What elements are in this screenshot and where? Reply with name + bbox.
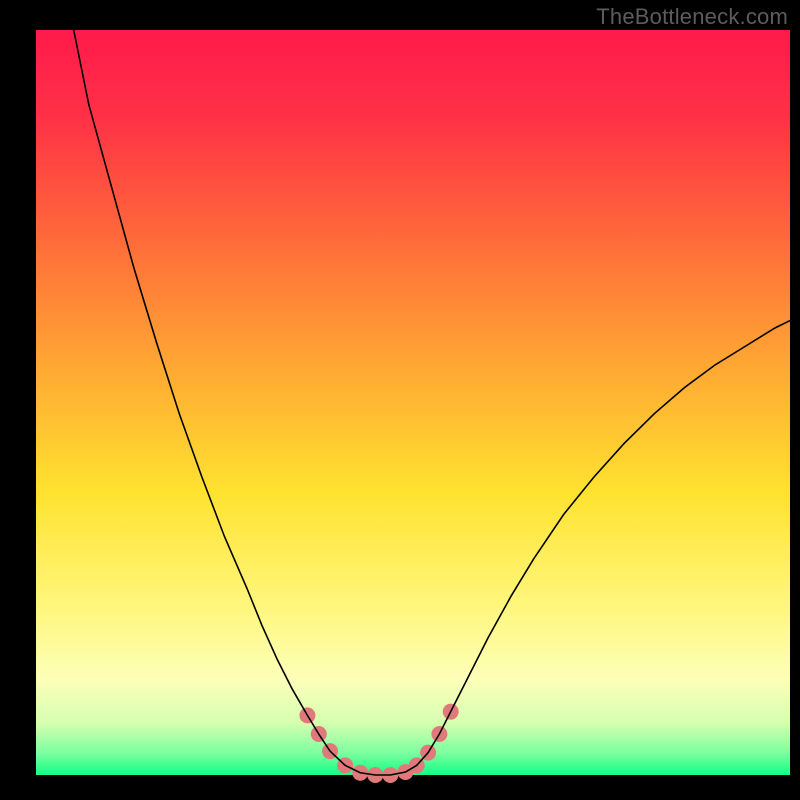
bottleneck-chart (0, 0, 800, 800)
chart-stage: TheBottleneck.com (0, 0, 800, 800)
watermark-text: TheBottleneck.com (596, 4, 788, 30)
plot-background (36, 30, 790, 775)
